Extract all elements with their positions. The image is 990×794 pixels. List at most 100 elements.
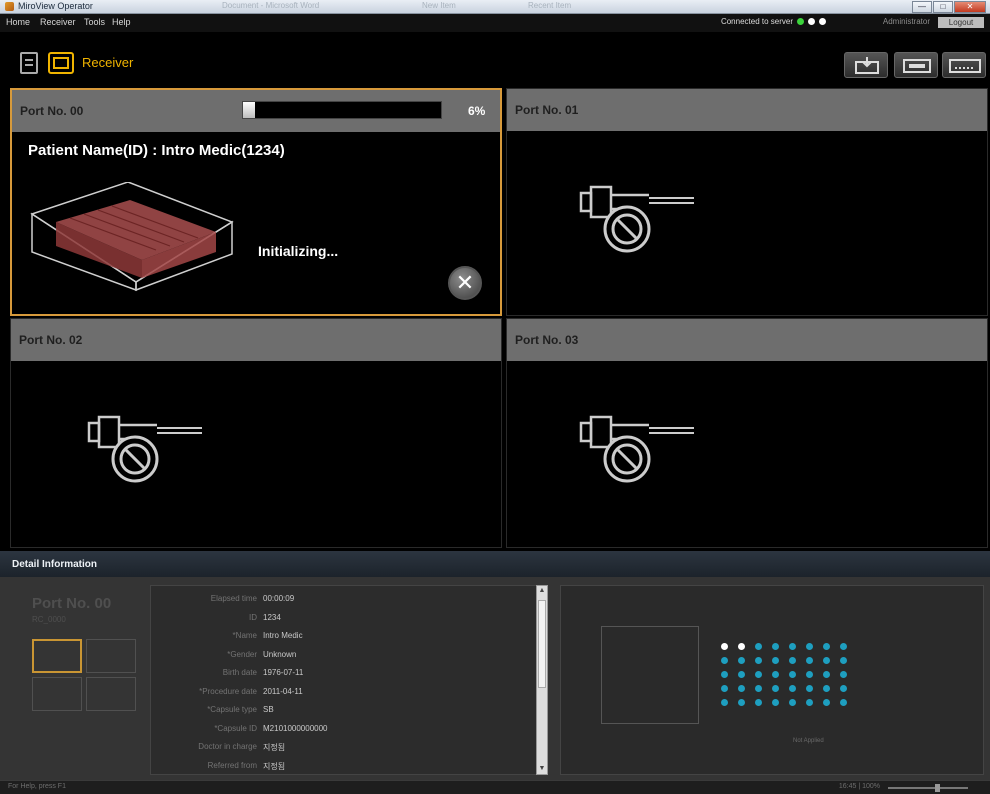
status-dot xyxy=(840,671,847,678)
status-dot xyxy=(840,699,847,706)
close-button[interactable]: ✕ xyxy=(954,1,986,13)
patient-detail-list: Elapsed time 00:00:09 ID 1234 *Name Intro Med… xyxy=(150,585,548,775)
detail-field-value: SB xyxy=(263,705,274,714)
status-text: Initializing... xyxy=(258,243,339,259)
status-dot xyxy=(789,643,796,650)
status-dot xyxy=(806,685,813,692)
status-dot xyxy=(823,671,830,678)
zoom-slider[interactable] xyxy=(888,787,968,789)
status-dot xyxy=(738,671,745,678)
status-dot xyxy=(738,699,745,706)
scroll-up-icon[interactable]: ▲ xyxy=(537,586,547,596)
menu-tools[interactable]: Tools xyxy=(84,17,105,27)
port-header: Port No. 01 xyxy=(507,89,987,131)
zoom-knob[interactable] xyxy=(935,784,940,792)
cancel-button[interactable]: ✕ xyxy=(448,266,482,300)
status-dot xyxy=(721,671,728,678)
background-tab[interactable]: Document - Microsoft Word xyxy=(222,1,319,10)
app-icon xyxy=(5,2,14,11)
status-dot xyxy=(823,699,830,706)
status-dot xyxy=(772,643,779,650)
app-window: MiroView Operator Document - Microsoft W… xyxy=(0,0,990,794)
port-panel-01[interactable]: Port No. 01 xyxy=(506,88,988,316)
capsule-status-panel: Not Applied xyxy=(560,585,984,775)
detail-field-label: ID xyxy=(249,612,257,622)
document-icon[interactable] xyxy=(20,52,38,74)
capsule-data-icon xyxy=(30,182,234,292)
window-title: MiroView Operator xyxy=(18,1,93,11)
port-header: Port No. 02 xyxy=(11,319,501,361)
background-tab[interactable]: Recent Item xyxy=(528,1,571,10)
status-dot xyxy=(806,657,813,664)
mini-port-00[interactable] xyxy=(32,639,82,673)
detail-field-label: Birth date xyxy=(222,668,257,677)
detail-field-value: 2011-04-11 xyxy=(263,686,303,696)
detail-field-value: 지정됨 xyxy=(263,743,286,752)
status-dot xyxy=(789,699,796,706)
connection-dot xyxy=(819,18,826,25)
status-right: 16:45 | 100% xyxy=(838,783,880,790)
status-dot xyxy=(789,657,796,664)
status-dot xyxy=(755,657,762,664)
status-dot xyxy=(789,671,796,678)
port-header: Port No. 00 6% xyxy=(12,90,500,132)
status-dot xyxy=(755,671,762,678)
receive-button[interactable] xyxy=(844,52,888,78)
status-dot xyxy=(806,671,813,678)
status-dot xyxy=(721,699,728,706)
port-title: Port No. 02 xyxy=(19,333,83,347)
port-panel-02[interactable]: Port No. 02 xyxy=(10,318,502,548)
detail-field-value: M2101000000000 xyxy=(263,723,328,733)
window-controls: — □ ✕ xyxy=(912,1,986,13)
connection-status: Connected to server xyxy=(721,17,826,26)
minimize-button[interactable]: — xyxy=(912,1,932,13)
progress-bar xyxy=(242,101,442,119)
connection-dot xyxy=(808,18,815,25)
device-button[interactable] xyxy=(894,52,938,78)
keyboard-icon xyxy=(949,59,981,73)
detail-field-label: Referred from xyxy=(207,760,257,770)
port-panel-00[interactable]: Port No. 00 6% Patient Name(ID) : Intro … xyxy=(10,88,502,316)
patient-info: Patient Name(ID) : Intro Medic(1234) xyxy=(28,142,285,159)
detail-field-label: *Capsule type xyxy=(207,705,257,714)
background-tab[interactable]: New Item xyxy=(422,1,456,10)
dots-caption: Not Applied xyxy=(793,738,824,744)
menu-home[interactable]: Home xyxy=(6,17,30,27)
status-dot xyxy=(789,685,796,692)
status-dot xyxy=(738,643,745,650)
port-title: Port No. 00 xyxy=(20,104,84,118)
progress-percent: 6% xyxy=(468,104,486,118)
logout-button[interactable]: Logout xyxy=(938,17,984,28)
page-title: Receiver xyxy=(82,55,134,70)
keyboard-button[interactable] xyxy=(942,52,986,78)
menu-bar: Home Receiver Tools Help Connected to se… xyxy=(0,14,990,32)
menu-receiver[interactable]: Receiver xyxy=(40,17,76,27)
status-dot xyxy=(755,685,762,692)
mini-port-03[interactable] xyxy=(86,677,136,711)
mini-port-01[interactable] xyxy=(86,639,136,673)
status-dot xyxy=(772,685,779,692)
detail-header: Detail Information xyxy=(0,551,990,577)
detail-field-value: 00:00:09 xyxy=(263,594,295,603)
detail-field-label: *Name xyxy=(232,631,257,640)
status-left: For Help, press F1 xyxy=(8,783,66,790)
detail-field-value: 1234 xyxy=(263,612,281,622)
detail-scrollbar[interactable]: ▲ ▼ xyxy=(536,585,548,775)
menu-help[interactable]: Help xyxy=(112,17,131,27)
maximize-button[interactable]: □ xyxy=(933,1,953,13)
status-dot xyxy=(772,657,779,664)
status-dot xyxy=(738,657,745,664)
detail-field-value: 지정됨 xyxy=(263,761,286,771)
status-dot xyxy=(721,657,728,664)
mini-port-02[interactable] xyxy=(32,677,82,711)
port-panel-03[interactable]: Port No. 03 xyxy=(506,318,988,548)
status-dot xyxy=(738,685,745,692)
detail-field-label: Doctor in charge xyxy=(198,742,257,751)
scroll-down-icon[interactable]: ▼ xyxy=(537,764,547,774)
detail-field-label: *Gender xyxy=(227,649,257,659)
detail-field-value: 1976-07-11 xyxy=(263,668,304,677)
scroll-thumb[interactable] xyxy=(538,600,546,688)
not-connected-icon xyxy=(87,415,202,483)
detail-title: Detail Information xyxy=(12,559,98,570)
status-dot xyxy=(840,643,847,650)
